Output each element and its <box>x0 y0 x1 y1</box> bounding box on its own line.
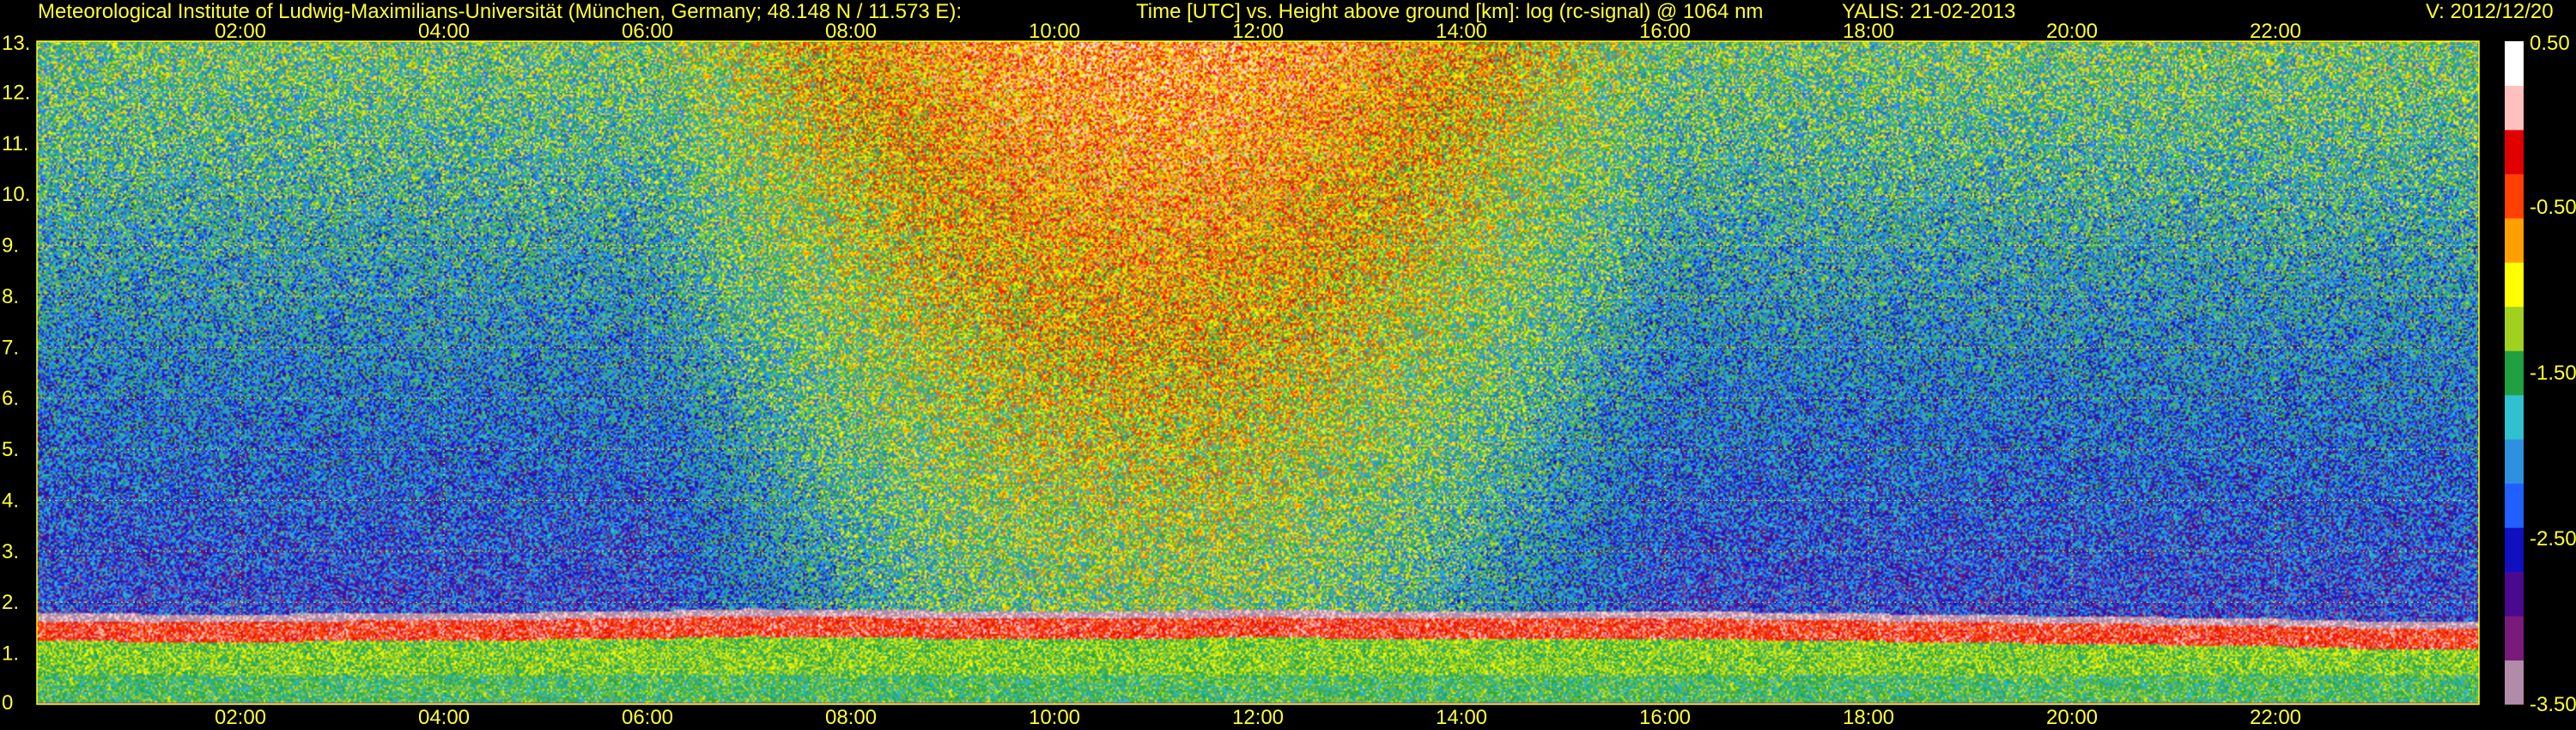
colorbar-segment <box>2505 306 2524 351</box>
colorbar-segment <box>2505 571 2524 617</box>
colorbar-tick-label: 0.50 <box>2530 32 2570 55</box>
y-tick-label: 0 <box>2 691 13 715</box>
x-tick-label-bottom: 18:00 <box>1843 706 1894 729</box>
y-tick-label: 8. <box>2 285 19 308</box>
colorbar-tick-label: -3.50 <box>2530 693 2576 716</box>
colorbar-tick-label: -0.50 <box>2530 196 2576 219</box>
y-tick-label: 10. <box>2 183 30 206</box>
x-tick-label-top: 22:00 <box>2250 20 2301 43</box>
colorbar-segment <box>2505 350 2524 396</box>
colorbar-segment <box>2505 439 2524 484</box>
colorbar-segment <box>2505 394 2524 440</box>
plot-description: Time [UTC] vs. Height above ground [km]:… <box>1136 0 1764 23</box>
x-tick-label-bottom: 10:00 <box>1029 706 1080 729</box>
colorbar-segment <box>2505 85 2524 131</box>
colorbar-tick-label: -2.50 <box>2530 527 2576 551</box>
x-tick-label-bottom: 22:00 <box>2250 706 2301 729</box>
x-tick-label-bottom: 12:00 <box>1232 706 1284 729</box>
y-tick-label: 5. <box>2 438 19 461</box>
x-tick-label-bottom: 08:00 <box>825 706 877 729</box>
colorbar: 0.50 -0.50 -1.50 -2.50 -3.50 <box>2505 32 2576 716</box>
version-label: V: 2012/12/20 <box>2426 0 2554 23</box>
colorbar-segment <box>2505 483 2524 528</box>
colorbar-segment <box>2505 527 2524 573</box>
y-tick-label: 7. <box>2 336 19 359</box>
colorbar-segment <box>2505 217 2524 263</box>
y-tick-label: 11. <box>2 132 29 155</box>
y-axis-ticks: 0 1. 2. 3. 4. 5. 6. 7. 8. 9. 10. 11. 12. 13. <box>2 32 30 715</box>
x-tick-label-top: 20:00 <box>2046 20 2098 43</box>
y-tick-label: 12. <box>2 81 30 104</box>
colorbar-segment <box>2505 173 2524 219</box>
y-tick-label: 3. <box>2 540 19 563</box>
y-tick-label: 13. <box>2 32 30 55</box>
y-tick-label: 2. <box>2 591 19 614</box>
x-tick-label-bottom: 20:00 <box>2046 706 2098 729</box>
colorbar-segment <box>2505 41 2524 86</box>
backscatter-heatmap <box>37 41 2479 704</box>
colorbar-segment <box>2505 262 2524 307</box>
y-tick-label: 1. <box>2 642 19 666</box>
colorbar-segment <box>2505 660 2524 705</box>
y-tick-label: 6. <box>2 387 19 411</box>
x-tick-label-top: 10:00 <box>1029 20 1080 43</box>
y-tick-label: 9. <box>2 234 19 258</box>
y-tick-label: 4. <box>2 489 19 512</box>
instrument-date: YALIS: 21-02-2013 <box>1842 0 2016 23</box>
x-tick-label-bottom: 06:00 <box>622 706 673 729</box>
institute-label: Meteorological Institute of Ludwig-Maxim… <box>38 0 963 23</box>
x-tick-label-bottom: 14:00 <box>1436 706 1487 729</box>
x-tick-label-bottom: 04:00 <box>418 706 470 729</box>
colorbar-segment <box>2505 129 2524 174</box>
x-tick-label-bottom: 16:00 <box>1639 706 1691 729</box>
colorbar-tick-label: -1.50 <box>2530 362 2576 385</box>
x-tick-label-bottom: 02:00 <box>215 706 266 729</box>
colorbar-segment <box>2505 616 2524 661</box>
